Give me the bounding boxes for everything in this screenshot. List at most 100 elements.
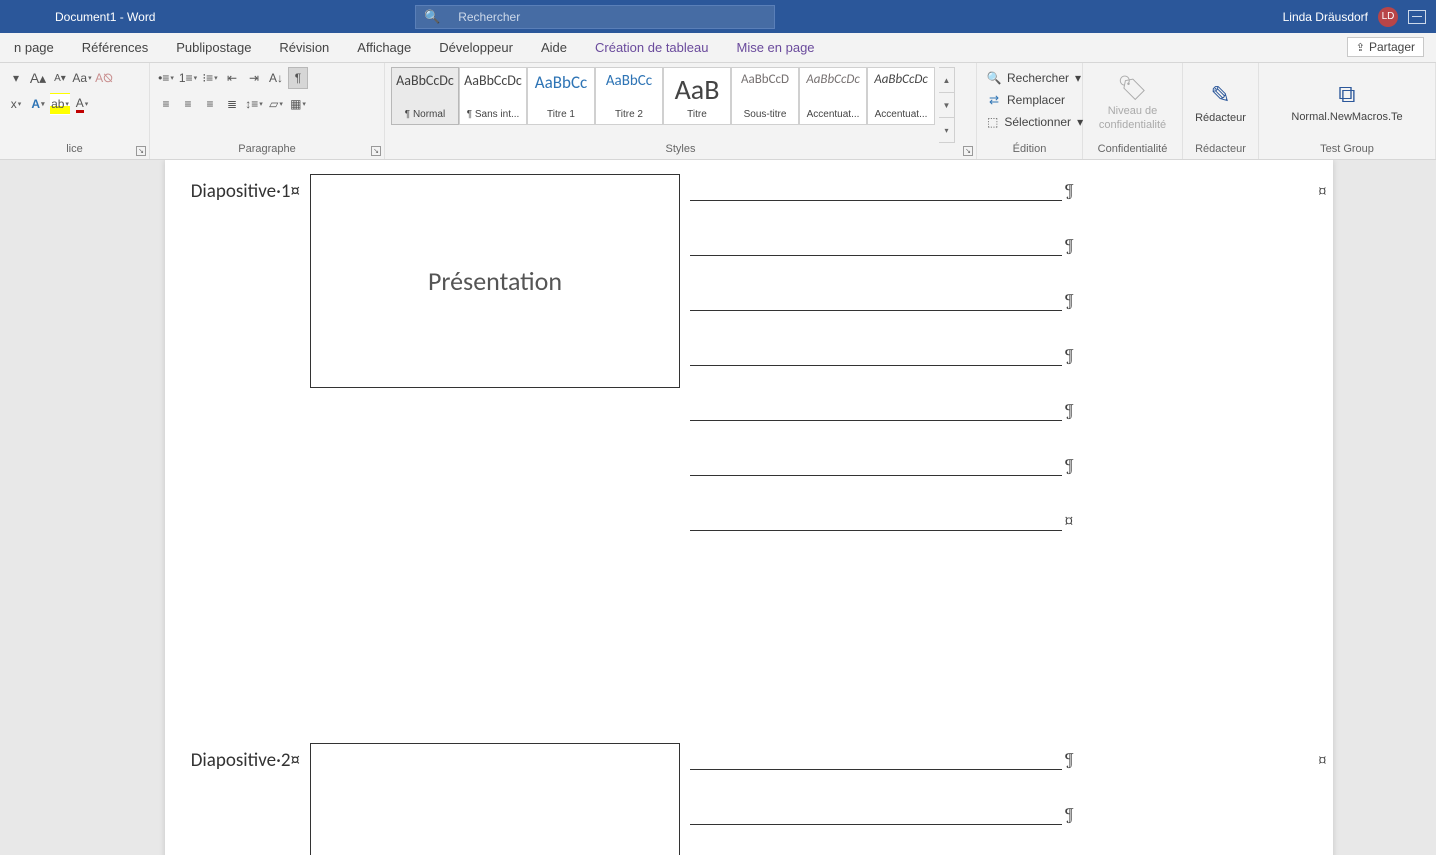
tab-developer[interactable]: Développeur bbox=[425, 33, 527, 62]
tab-help[interactable]: Aide bbox=[527, 33, 581, 62]
tab-table-design[interactable]: Création de tableau bbox=[581, 33, 722, 62]
style-tile[interactable]: AaBTitre bbox=[663, 67, 731, 125]
style-preview: AaBbCcD bbox=[741, 72, 789, 87]
style-preview: AaBbCc bbox=[535, 72, 587, 93]
paragraph-launcher-icon[interactable]: ↘ bbox=[371, 146, 381, 156]
increase-indent-button[interactable]: ⇥ bbox=[244, 67, 264, 89]
style-tile[interactable]: AaBbCcTitre 1 bbox=[527, 67, 595, 125]
editor-label: Rédacteur bbox=[1195, 112, 1246, 125]
search-placeholder: Rechercher bbox=[458, 10, 520, 24]
find-label: Rechercher bbox=[1007, 71, 1069, 85]
slide-thumbnail[interactable] bbox=[310, 743, 680, 855]
change-case-button[interactable]: Aa▾ bbox=[72, 67, 92, 89]
style-gallery: AaBbCcDc¶ NormalAaBbCcDc¶ Sans int...AaB… bbox=[391, 67, 935, 143]
slide-thumbnail[interactable]: Présentation bbox=[310, 174, 680, 388]
numbering-button[interactable]: 1≡▾ bbox=[178, 67, 198, 89]
bullets-button[interactable]: •≡▾ bbox=[156, 67, 176, 89]
highlight-button[interactable]: ab▾ bbox=[50, 93, 70, 115]
borders-button[interactable]: ▦▾ bbox=[288, 93, 308, 115]
notes-column[interactable]: ¶¶¶¶¶¶¤ bbox=[690, 174, 1273, 565]
note-underline bbox=[690, 352, 1062, 366]
tab-review[interactable]: Révision bbox=[265, 33, 343, 62]
justify-button[interactable]: ≣ bbox=[222, 93, 242, 115]
align-center-button[interactable]: ≡ bbox=[178, 93, 198, 115]
styles-launcher-icon[interactable]: ↘ bbox=[963, 146, 973, 156]
macro-button[interactable]: ⧉ Normal.NewMacros.Te bbox=[1265, 67, 1429, 139]
clear-formatting-button[interactable]: A⦰ bbox=[94, 67, 114, 89]
subscript-button[interactable]: x▾ bbox=[6, 93, 26, 115]
pilcrow-icon: ¶ bbox=[1064, 749, 1075, 770]
style-expand-icon[interactable]: ▾ bbox=[939, 118, 954, 142]
style-name: ¶ Sans int... bbox=[462, 109, 524, 120]
search-icon: 🔍 bbox=[424, 9, 440, 25]
style-tile[interactable]: AaBbCcDcAccentuat... bbox=[867, 67, 935, 125]
style-name: ¶ Normal bbox=[394, 109, 456, 120]
style-name: Sous-titre bbox=[734, 109, 796, 120]
share-button[interactable]: ⇪ Partager bbox=[1347, 37, 1424, 57]
style-name: Titre 2 bbox=[598, 109, 660, 120]
show-hide-pilcrow-button[interactable]: ¶ bbox=[288, 67, 308, 89]
style-tile[interactable]: AaBbCc Titre 2 bbox=[595, 67, 663, 125]
pilcrow-icon: ¤ bbox=[1064, 510, 1074, 531]
style-tile[interactable]: AaBbCcDc¶ Sans int... bbox=[459, 67, 527, 125]
font-launcher-icon[interactable]: ↘ bbox=[136, 146, 146, 156]
tab-references[interactable]: Références bbox=[68, 33, 162, 62]
find-icon: 🔍 bbox=[987, 71, 1001, 85]
style-gallery-scroll: ▲ ▼ ▾ bbox=[939, 67, 955, 143]
shading-button[interactable]: ▱▾ bbox=[266, 93, 286, 115]
slide-row: Diapositive·1¤Présentation¶¶¶¶¶¶¤¤ bbox=[310, 174, 1273, 565]
font-color-button[interactable]: A▾ bbox=[72, 93, 92, 115]
style-tile[interactable]: AaBbCcDc¶ Normal bbox=[391, 67, 459, 125]
line-spacing-button[interactable]: ↕≡▾ bbox=[244, 93, 264, 115]
style-preview: AaB bbox=[675, 72, 720, 107]
text-effects-button[interactable]: A▾ bbox=[28, 93, 48, 115]
note-underline bbox=[690, 297, 1062, 311]
grow-font-button[interactable]: A▴ bbox=[28, 67, 48, 89]
user-name[interactable]: Linda Dräusdorf bbox=[1283, 10, 1368, 24]
style-preview: AaBbCcDc bbox=[874, 72, 928, 87]
style-tile[interactable]: AaBbCcD Sous-titre bbox=[731, 67, 799, 125]
macro-label: Normal.NewMacros.Te bbox=[1291, 111, 1402, 124]
pilcrow-icon: ¶ bbox=[1064, 345, 1075, 366]
tab-mailings[interactable]: Publipostage bbox=[162, 33, 265, 62]
style-scroll-up-icon[interactable]: ▲ bbox=[939, 68, 954, 93]
tab-page-layout[interactable]: n page bbox=[0, 33, 68, 62]
style-preview: AaBbCc bbox=[606, 72, 652, 90]
select-button[interactable]: ⬚ Sélectionner ▾ bbox=[983, 111, 1076, 133]
editor-icon: ✎ bbox=[1210, 81, 1230, 110]
notes-column[interactable]: ¶¶¶¶¶ bbox=[690, 743, 1273, 855]
style-scroll-down-icon[interactable]: ▼ bbox=[939, 93, 954, 118]
align-right-button[interactable]: ≡ bbox=[200, 93, 220, 115]
tab-table-layout[interactable]: Mise en page bbox=[722, 33, 828, 62]
shrink-font-button[interactable]: A▾ bbox=[50, 67, 70, 89]
ribbon: ▾ A▴ A▾ Aa▾ A⦰ x▾ A▾ ab▾ A▾ lice ↘ bbox=[0, 63, 1436, 160]
page[interactable]: Diapositive·1¤Présentation¶¶¶¶¶¶¤¤Diapos… bbox=[165, 160, 1333, 855]
decrease-indent-button[interactable]: ⇤ bbox=[222, 67, 242, 89]
search-box[interactable]: 🔍 Rechercher bbox=[415, 5, 775, 29]
redac-group-label: Rédacteur bbox=[1189, 143, 1252, 157]
user-avatar[interactable]: LD bbox=[1378, 7, 1398, 27]
paragraph-group-label: Paragraphe bbox=[156, 143, 378, 157]
sort-button[interactable]: A↓ bbox=[266, 67, 286, 89]
note-underline bbox=[690, 462, 1062, 476]
conf-group-label: Confidentialité bbox=[1089, 143, 1176, 157]
font-dropdown-caret[interactable]: ▾ bbox=[6, 67, 26, 89]
replace-icon: ⇄ bbox=[987, 93, 1001, 107]
ribbon-display-options-icon[interactable] bbox=[1408, 10, 1426, 24]
editor-group: ✎ Rédacteur Rédacteur bbox=[1183, 63, 1259, 159]
style-tile[interactable]: AaBbCcDcAccentuat... bbox=[799, 67, 867, 125]
select-icon: ⬚ bbox=[987, 115, 998, 129]
pilcrow-icon: ¶ bbox=[1064, 804, 1075, 825]
align-left-button[interactable]: ≡ bbox=[156, 93, 176, 115]
note-underline bbox=[690, 407, 1062, 421]
document-area[interactable]: Diapositive·1¤Présentation¶¶¶¶¶¶¤¤Diapos… bbox=[0, 160, 1436, 855]
replace-button[interactable]: ⇄ Remplacer bbox=[983, 89, 1076, 111]
sensitivity-label: Niveau de confidentialité bbox=[1089, 105, 1176, 131]
sensitivity-icon: 🏷 bbox=[1117, 74, 1147, 103]
styles-group: AaBbCcDc¶ NormalAaBbCcDc¶ Sans int...AaB… bbox=[385, 63, 977, 159]
multilevel-list-button[interactable]: ⁝≡▾ bbox=[200, 67, 220, 89]
find-button[interactable]: 🔍 Rechercher ▾ bbox=[983, 67, 1076, 89]
note-underline bbox=[690, 756, 1062, 770]
tab-view[interactable]: Affichage bbox=[343, 33, 425, 62]
editor-button[interactable]: ✎ Rédacteur bbox=[1189, 67, 1252, 139]
